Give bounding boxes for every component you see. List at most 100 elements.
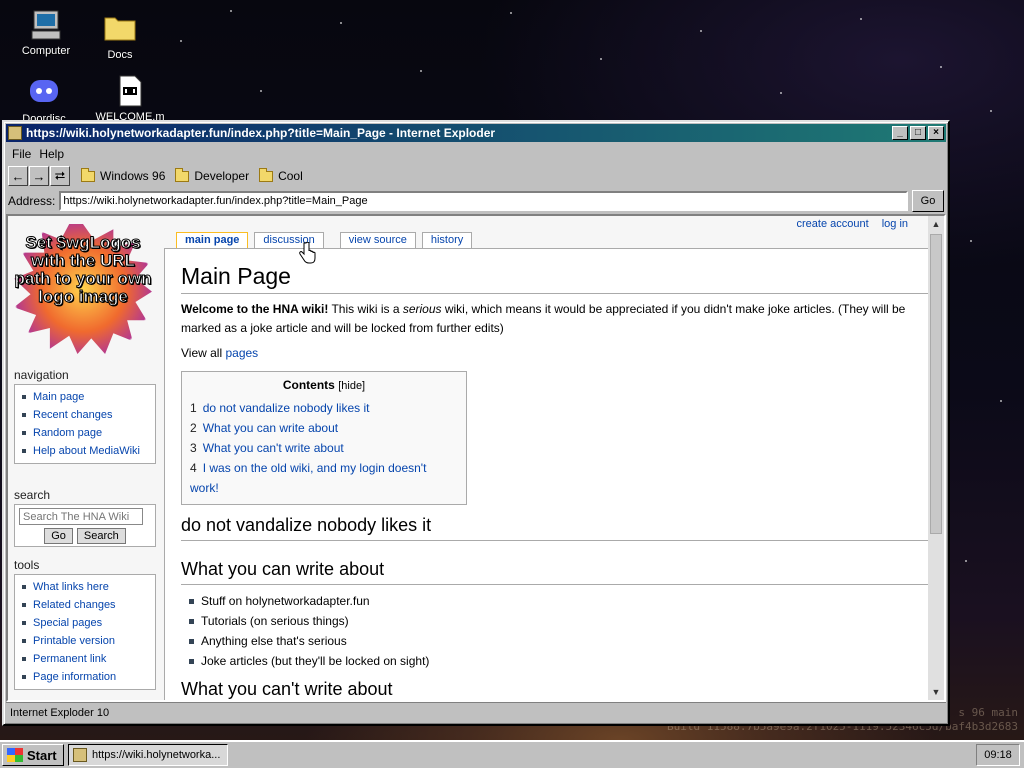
tool-link-printable-version[interactable]: Printable version	[21, 632, 151, 650]
personal-tools: create account log in	[786, 218, 908, 230]
section-heading: What you can write about	[181, 559, 928, 585]
tool-link-permanent-link[interactable]: Permanent link	[21, 650, 151, 668]
navigation-portlet: navigation Main page Recent changes Rand…	[14, 368, 156, 464]
tool-link-what-links-here[interactable]: What links here	[21, 578, 151, 596]
desktop-icon-doordisc[interactable]: Doordisc	[4, 76, 84, 125]
taskbar-item-browser[interactable]: https://wiki.holynetworka...	[68, 744, 228, 766]
browser-app-icon	[8, 126, 22, 140]
view-all-prefix: View all	[181, 346, 226, 360]
toc-item[interactable]: 2 What you can write about	[190, 418, 458, 438]
close-button[interactable]: ×	[928, 126, 944, 140]
window-title: https://wiki.holynetworkadapter.fun/inde…	[26, 126, 496, 140]
discord-icon	[27, 76, 61, 110]
favorite-label: Developer	[194, 169, 250, 183]
scroll-thumb[interactable]	[930, 234, 942, 534]
address-bar: Address: Go	[4, 188, 948, 214]
page-tabs: main page discussion view source history	[176, 232, 473, 248]
start-label: Start	[27, 747, 57, 763]
section-heading: do not vandalize nobody likes it	[181, 515, 928, 541]
tab-history[interactable]: history	[421, 232, 473, 248]
toc-item[interactable]: 3 What you can't write about	[190, 438, 458, 458]
tab-view-source[interactable]: view source	[339, 232, 416, 248]
search-input[interactable]	[19, 508, 143, 525]
toc-text: What you can't write about	[202, 441, 344, 455]
taskbar-item-label: https://wiki.holynetworka...	[92, 749, 221, 761]
folder-icon	[175, 167, 190, 182]
markdown-file-icon	[113, 74, 147, 108]
nav-link-random-page[interactable]: Random page	[21, 424, 151, 442]
favorite-developer[interactable]: Developer	[175, 167, 250, 183]
hand-cursor-icon	[299, 242, 316, 264]
folder-icon	[103, 12, 137, 46]
toc-item[interactable]: 1 do not vandalize nobody likes it	[190, 398, 458, 418]
list-item: Tutorials (on serious things)	[187, 611, 928, 631]
title-bar[interactable]: https://wiki.holynetworkadapter.fun/inde…	[6, 124, 946, 142]
portlet-heading: search	[14, 488, 51, 502]
desktop-icon-label: Computer	[21, 45, 71, 57]
toc-number: 3	[190, 441, 197, 455]
list-item: Anything else that's serious	[187, 631, 928, 651]
intro-emphasis: serious	[402, 302, 442, 316]
favorite-label: Cool	[278, 169, 303, 183]
system-tray-clock: 09:18	[976, 744, 1020, 766]
toc-text: I was on the old wiki, and my login does…	[190, 461, 427, 495]
menu-bar: File Help	[4, 144, 948, 164]
menu-file[interactable]: File	[8, 147, 35, 161]
favorite-label: Windows 96	[100, 169, 166, 183]
forward-button[interactable]: →	[29, 166, 49, 186]
page-content: Main Page Welcome to the HNA wiki! This …	[164, 248, 928, 700]
favorite-cool[interactable]: Cool	[259, 167, 303, 183]
status-text: Internet Exploder 10	[10, 706, 110, 719]
nav-link-main-page[interactable]: Main page	[21, 388, 151, 406]
toc-item[interactable]: 4I was on the old wiki, and my login doe…	[190, 458, 458, 498]
wiki-logo[interactable]: Set $wgLogos with the URL path to your o…	[14, 224, 152, 354]
start-button[interactable]: Start	[2, 744, 64, 766]
vertical-scrollbar[interactable]: ▲ ▼	[928, 216, 944, 700]
tool-link-special-pages[interactable]: Special pages	[21, 614, 151, 632]
browser-app-icon	[73, 748, 87, 762]
refresh-icon: ⮂	[54, 168, 66, 183]
go-button[interactable]: Go	[912, 190, 944, 212]
scroll-up-icon[interactable]: ▲	[928, 216, 944, 232]
favorite-windows96[interactable]: Windows 96	[81, 167, 166, 183]
search-button[interactable]: Search	[76, 528, 126, 544]
browser-viewport: create account log in Set $wgLogos with …	[6, 214, 946, 702]
toolbar: ← → ⮂ Windows 96 Developer Cool	[4, 164, 948, 188]
nav-link-help[interactable]: Help about MediaWiki	[21, 442, 151, 460]
tool-link-related-changes[interactable]: Related changes	[21, 596, 151, 614]
toc-number: 1	[190, 401, 197, 415]
scroll-down-icon[interactable]: ▼	[928, 684, 944, 700]
can-write-list: Stuff on holynetworkadapter.fun Tutorial…	[187, 591, 928, 671]
search-go-button[interactable]: Go	[44, 528, 73, 544]
desktop-icon-computer[interactable]: Computer	[6, 8, 86, 57]
log-in-link[interactable]: log in	[882, 218, 908, 230]
toc-hide-link[interactable]: [hide]	[338, 380, 365, 392]
desktop-icon-docs[interactable]: Docs	[80, 12, 160, 61]
view-all-pages-link[interactable]: pages	[225, 346, 258, 360]
tools-portlet: tools What links here Related changes Sp…	[14, 558, 156, 690]
search-portlet: search Go Search	[14, 488, 156, 547]
refresh-button[interactable]: ⮂	[50, 166, 70, 186]
view-all-line: View all pages	[181, 344, 928, 363]
desktop-icon-label: Docs	[107, 49, 133, 61]
create-account-link[interactable]: create account	[796, 218, 868, 230]
taskbar: Start https://wiki.holynetworka... 09:18	[0, 740, 1024, 768]
toc-heading: Contents	[282, 378, 335, 392]
page-title: Main Page	[181, 263, 928, 294]
maximize-button[interactable]: □	[910, 126, 926, 140]
back-button[interactable]: ←	[8, 166, 28, 186]
portlet-heading: navigation	[14, 368, 69, 382]
tool-link-page-information[interactable]: Page information	[21, 668, 151, 686]
arrow-left-icon: ←	[11, 168, 25, 184]
menu-help[interactable]: Help	[35, 147, 68, 161]
tab-main-page[interactable]: main page	[176, 232, 249, 248]
intro-text: This wiki is a	[328, 302, 403, 316]
desktop-icon-welcome[interactable]: WELCOME.m	[90, 74, 170, 123]
toc-number: 2	[190, 421, 197, 435]
nav-link-recent-changes[interactable]: Recent changes	[21, 406, 151, 424]
section-heading: What you can't write about	[181, 679, 928, 700]
status-bar: Internet Exploder 10	[6, 702, 946, 722]
address-input[interactable]	[59, 191, 908, 211]
minimize-button[interactable]: _	[892, 126, 908, 140]
toc-number: 4	[190, 461, 197, 475]
